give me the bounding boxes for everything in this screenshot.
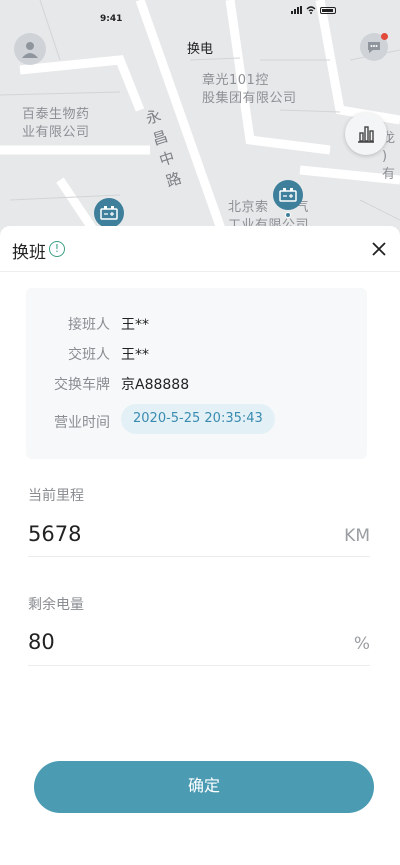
info-row-value: 京A88888: [121, 377, 190, 393]
info-row-key: 交换车牌: [54, 377, 110, 393]
sheet-header: 换班 !: [0, 226, 400, 272]
battery-station-pin[interactable]: [94, 198, 124, 228]
wifi-icon: [306, 6, 316, 14]
battery-icon: [279, 188, 297, 202]
battery-input[interactable]: 80: [28, 630, 55, 654]
pin-location-dot: [285, 212, 291, 218]
status-bar: 9:41: [0, 0, 400, 30]
info-row: 交班人 王**: [26, 342, 367, 364]
mileage-input[interactable]: 5678: [28, 522, 81, 546]
business-time-row: 营业时间 2020-5-25 20:35:43: [26, 404, 367, 434]
notification-badge: [381, 33, 388, 40]
page-title: 换电: [186, 42, 213, 57]
info-row-key: 交班人: [68, 347, 110, 363]
business-time-label: 营业时间: [54, 415, 110, 431]
info-row-value: 王**: [121, 347, 149, 363]
confirm-button[interactable]: 确定: [34, 761, 374, 813]
status-time: 9:41: [100, 14, 123, 24]
mileage-unit: KM: [344, 526, 370, 546]
battery-icon: [100, 206, 118, 220]
info-row: 接班人 王**: [26, 312, 367, 334]
map-label-baitai: 百泰生物药 业有限公司: [22, 107, 90, 140]
chat-bubble-icon: [368, 42, 380, 53]
info-row: 交换车牌 京A88888: [26, 372, 367, 394]
close-icon: [372, 242, 386, 256]
battery-label: 剩余电量: [28, 597, 84, 613]
info-row-value: 王**: [121, 317, 149, 333]
sheet-title: 换班: [12, 243, 46, 263]
shift-change-sheet: 换班 ! 接班人 王** 交班人 王** 交换车牌 京A88888 营业时间 2…: [0, 226, 400, 865]
info-row-key: 接班人: [68, 317, 110, 333]
signal-icon: [291, 6, 302, 14]
statistics-button[interactable]: [345, 113, 387, 155]
bar-chart-icon: [358, 126, 374, 143]
divider: [28, 665, 370, 666]
battery-unit: %: [353, 634, 370, 654]
shift-info-card: 接班人 王** 交班人 王** 交换车牌 京A88888 营业时间 2020-5…: [26, 288, 367, 459]
map-label-zhangguang: 章光101控 股集团有限公司: [202, 73, 297, 106]
battery-status-icon: [320, 6, 336, 14]
status-icons: [291, 6, 336, 14]
message-button[interactable]: [360, 33, 388, 61]
business-time-chip: 2020-5-25 20:35:43: [121, 404, 275, 434]
info-icon[interactable]: !: [49, 241, 65, 257]
divider: [28, 556, 370, 557]
battery-station-pin[interactable]: [273, 180, 303, 210]
mileage-label: 当前里程: [28, 488, 84, 504]
close-button[interactable]: [368, 238, 390, 260]
